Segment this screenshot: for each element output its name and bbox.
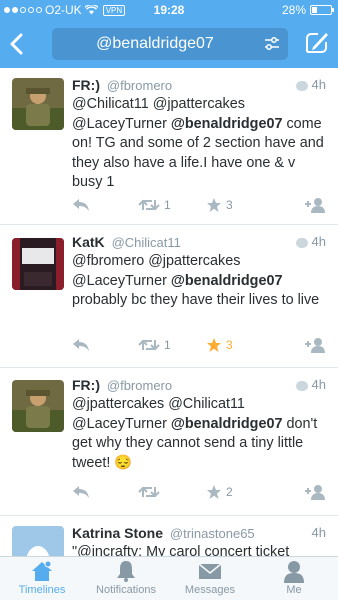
author-handle[interactable]: @fbromero <box>107 378 172 393</box>
retweet-count: 1 <box>164 338 171 352</box>
add-user-icon <box>305 198 325 213</box>
envelope-icon <box>198 563 222 579</box>
reply-icon <box>73 199 89 211</box>
back-button[interactable] <box>6 30 28 58</box>
tweet-text: @Chilicat11 @jpattercakes @LaceyTurner @… <box>72 96 324 190</box>
mention-link[interactable]: @benaldridge07 <box>171 273 283 289</box>
tweet-text: "@incrafty: My carol concert ticket <box>72 544 290 556</box>
conversation-icon <box>295 80 308 91</box>
retweet-icon <box>138 339 160 351</box>
avatar[interactable] <box>12 78 64 130</box>
reply-button[interactable] <box>72 195 90 215</box>
tweet-text: @fbromero @jpattercakes @LaceyTurner @be… <box>72 253 320 308</box>
tab-label: Notifications <box>96 584 156 596</box>
tweet-actions: 1 3 <box>72 335 326 355</box>
battery-percent: 28% <box>281 3 306 17</box>
author-name[interactable]: Katrina Stone <box>72 525 163 541</box>
star-icon <box>207 485 221 499</box>
nav-bar: @benaldridge07 <box>0 20 338 68</box>
follow-button[interactable] <box>304 335 326 355</box>
tweet-timestamp: 4h <box>295 77 326 92</box>
search-query-field[interactable]: @benaldridge07 <box>52 28 288 60</box>
tab-label: Messages <box>184 584 236 596</box>
tweet-timestamp: 4h <box>295 234 326 249</box>
tweet-actions: 1 3 <box>72 195 326 215</box>
conversation-icon <box>295 380 308 391</box>
retweet-icon <box>138 486 160 498</box>
tab-bar: Timelines Notifications Messages Me <box>0 556 338 600</box>
retweet-count: 1 <box>164 198 171 212</box>
author-name[interactable]: FR:) <box>72 377 100 393</box>
person-icon <box>284 561 304 583</box>
tab-label: Me <box>286 584 302 596</box>
author-name[interactable]: FR:) <box>72 77 100 93</box>
status-bar: O2-UK VPN 19:28 28% <box>0 0 338 20</box>
tweet[interactable]: FR:) @fbromero 4h @jpattercakes @Chilica… <box>0 368 338 516</box>
retweet-button[interactable] <box>138 482 164 502</box>
tweet-text: @jpattercakes @Chilicat11 @LaceyTurner @… <box>72 396 318 471</box>
tab-timelines[interactable]: Timelines <box>0 557 84 600</box>
follow-button[interactable] <box>304 195 326 215</box>
reply-button[interactable] <box>72 335 90 355</box>
retweet-button[interactable]: 1 <box>138 195 171 215</box>
conversation-icon <box>295 237 308 248</box>
tweet[interactable]: FR:) @fbromero 4h @Chilicat11 @jpatterca… <box>0 68 338 225</box>
retweet-icon <box>138 199 160 211</box>
star-icon <box>207 338 221 352</box>
author-handle[interactable]: @Chilicat11 <box>112 235 181 250</box>
follow-button[interactable] <box>304 482 326 502</box>
tab-notifications[interactable]: Notifications <box>84 557 168 600</box>
tweet-timestamp: 4h <box>311 525 326 540</box>
tweet-actions: 2 <box>72 482 326 502</box>
tweet[interactable]: KatK @Chilicat11 4h @fbromero @jpatterca… <box>0 225 338 368</box>
battery-icon <box>310 5 334 15</box>
favorite-button[interactable]: 3 <box>206 335 233 355</box>
tab-me[interactable]: Me <box>252 557 336 600</box>
reply-icon <box>73 339 89 351</box>
tweet[interactable]: Katrina Stone @trinastone65 4h "@incraft… <box>0 516 338 556</box>
add-user-icon <box>305 338 325 353</box>
avatar[interactable] <box>12 380 64 432</box>
avatar[interactable] <box>12 526 64 556</box>
retweet-button[interactable]: 1 <box>138 335 171 355</box>
compose-button[interactable] <box>304 30 330 56</box>
reply-icon <box>73 486 89 498</box>
sliders-icon[interactable] <box>264 36 280 52</box>
tweet-timestamp: 4h <box>295 377 326 392</box>
author-name[interactable]: KatK <box>72 234 105 250</box>
favorite-count: 2 <box>226 485 233 499</box>
avatar[interactable] <box>12 238 64 290</box>
reply-button[interactable] <box>72 482 90 502</box>
tab-messages[interactable]: Messages <box>168 557 252 600</box>
tab-label: Timelines <box>18 584 66 596</box>
add-user-icon <box>305 485 325 500</box>
favorite-button[interactable]: 2 <box>206 482 233 502</box>
home-icon <box>32 560 52 581</box>
star-icon <box>207 198 221 212</box>
favorite-button[interactable]: 3 <box>206 195 233 215</box>
author-handle[interactable]: @trinastone65 <box>170 526 255 541</box>
bell-icon <box>117 561 135 582</box>
search-results-timeline[interactable]: FR:) @fbromero 4h @Chilicat11 @jpatterca… <box>0 68 338 556</box>
search-query-text: @benaldridge07 <box>96 35 214 52</box>
mention-link[interactable]: @benaldridge07 <box>171 116 283 132</box>
author-handle[interactable]: @fbromero <box>107 78 172 93</box>
favorite-count: 3 <box>226 338 233 352</box>
favorite-count: 3 <box>226 198 233 212</box>
mention-link[interactable]: @benaldridge07 <box>171 416 283 432</box>
